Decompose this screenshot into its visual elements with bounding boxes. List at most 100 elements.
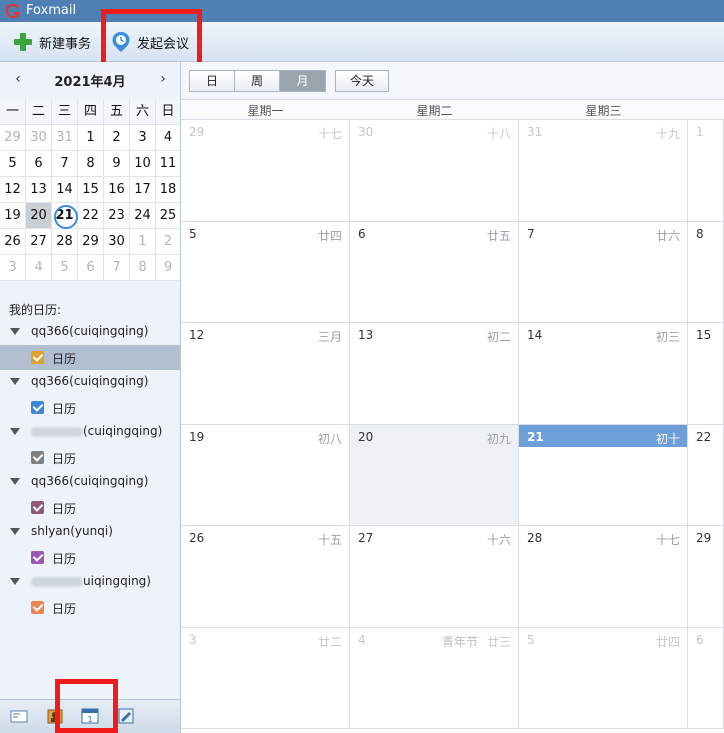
calendar-checkbox[interactable] <box>31 601 44 614</box>
calendar-item[interactable]: 日历 <box>0 345 180 370</box>
account-group[interactable]: qq366(cuiqingqing) <box>0 370 180 395</box>
month-day-cell[interactable]: 5 廿四 <box>181 221 350 323</box>
collapse-arrow-icon[interactable] <box>10 528 20 535</box>
calendar-item[interactable]: 日历 <box>0 395 180 420</box>
collapse-arrow-icon[interactable] <box>10 428 20 435</box>
calendar-item[interactable]: 日历 <box>0 545 180 570</box>
mini-day[interactable]: 1 <box>130 229 156 255</box>
mini-day[interactable]: 5 <box>0 151 26 177</box>
month-day-cell[interactable]: 8 <box>688 221 724 323</box>
month-day-cell[interactable]: 28 十七 <box>519 526 688 628</box>
mini-day[interactable]: 12 <box>0 177 26 203</box>
calendar-checkbox[interactable] <box>31 551 44 564</box>
mini-day[interactable]: 18 <box>156 177 180 203</box>
mini-day[interactable]: 16 <box>104 177 130 203</box>
month-day-cell[interactable]: 13 初二 <box>350 323 519 425</box>
month-day-cell[interactable]: 1 <box>688 120 724 222</box>
next-month-button[interactable]: › <box>155 71 171 87</box>
mini-day[interactable]: 10 <box>130 151 156 177</box>
new-event-button[interactable]: 新建事务 <box>13 30 91 54</box>
mini-day[interactable]: 15 <box>78 177 104 203</box>
account-group[interactable]: qq366(cuiqingqing) <box>0 320 180 345</box>
collapse-arrow-icon[interactable] <box>10 378 20 385</box>
mini-day[interactable]: 2 <box>156 229 180 255</box>
calendar-checkbox[interactable] <box>31 351 44 364</box>
month-day-cell[interactable]: 26 十五 <box>181 526 350 628</box>
calendar-item[interactable]: 日历 <box>0 495 180 520</box>
mini-day[interactable]: 3 <box>0 255 26 281</box>
mini-day[interactable]: 22 <box>78 203 104 229</box>
month-day-cell[interactable]: 27 十六 <box>350 526 519 628</box>
month-day-cell[interactable]: 30 十八 <box>350 120 519 222</box>
month-day-cell[interactable]: 7 廿六 <box>519 221 688 323</box>
mini-day[interactable]: 31 <box>52 125 78 151</box>
mini-day[interactable]: 26 <box>0 229 26 255</box>
month-day-cell[interactable]: 29 十七 <box>181 120 350 222</box>
mini-day[interactable]: 21 <box>52 203 78 229</box>
month-day-cell[interactable]: 31 十九 <box>519 120 688 222</box>
month-day-cell[interactable]: 22 <box>688 424 724 526</box>
month-day-cell[interactable]: 14 初三 <box>519 323 688 425</box>
mini-day[interactable]: 17 <box>130 177 156 203</box>
mini-day[interactable]: 29 <box>0 125 26 151</box>
today-button[interactable]: 今天 <box>335 70 389 92</box>
mini-day[interactable]: 19 <box>0 203 26 229</box>
month-day-cell[interactable]: 4 廿三 青年节 <box>350 627 519 729</box>
mini-day[interactable]: 8 <box>78 151 104 177</box>
month-view-button[interactable]: 月 <box>280 71 325 91</box>
mini-day[interactable]: 3 <box>130 125 156 151</box>
mini-day[interactable]: 25 <box>156 203 180 229</box>
collapse-arrow-icon[interactable] <box>10 328 20 335</box>
account-group[interactable]: (cuiqingqing) <box>0 420 180 445</box>
mini-day[interactable]: 14 <box>52 177 78 203</box>
mail-icon[interactable] <box>10 708 28 724</box>
mini-day[interactable]: 30 <box>104 229 130 255</box>
collapse-arrow-icon[interactable] <box>10 478 20 485</box>
mini-week-row: 19 20 21 22 23 24 25 <box>0 203 180 229</box>
month-day-cell[interactable]: 6 <box>688 627 724 729</box>
mini-day[interactable]: 11 <box>156 151 180 177</box>
calendar-item[interactable]: 日历 <box>0 445 180 470</box>
month-day-cell[interactable]: 29 <box>688 526 724 628</box>
month-day-cell[interactable]: 5 廿四 <box>519 627 688 729</box>
day-number: 1 <box>696 125 704 139</box>
month-day-cell[interactable]: 21 初十 <box>519 424 688 526</box>
mini-day[interactable]: 29 <box>78 229 104 255</box>
month-day-cell[interactable]: 15 <box>688 323 724 425</box>
mini-day[interactable]: 27 <box>26 229 52 255</box>
mini-day[interactable]: 5 <box>52 255 78 281</box>
notes-icon[interactable] <box>117 708 135 724</box>
month-day-cell[interactable]: 6 廿五 <box>350 221 519 323</box>
mini-day[interactable]: 7 <box>52 151 78 177</box>
mini-day[interactable]: 1 <box>78 125 104 151</box>
collapse-arrow-icon[interactable] <box>10 578 20 585</box>
mini-day[interactable]: 6 <box>78 255 104 281</box>
calendar-item[interactable]: 日历 <box>0 595 180 620</box>
month-day-cell[interactable]: 12 三月 <box>181 323 350 425</box>
mini-day[interactable]: 23 <box>104 203 130 229</box>
month-day-cell[interactable]: 20 初九 <box>350 424 519 526</box>
day-view-button[interactable]: 日 <box>190 71 235 91</box>
calendar-checkbox[interactable] <box>31 501 44 514</box>
account-group[interactable]: uiqingqing) <box>0 570 180 595</box>
mini-day[interactable]: 6 <box>26 151 52 177</box>
mini-day[interactable]: 8 <box>130 255 156 281</box>
mini-day[interactable]: 20 <box>26 203 52 229</box>
mini-day[interactable]: 28 <box>52 229 78 255</box>
month-day-cell[interactable]: 3 廿二 <box>181 627 350 729</box>
mini-day[interactable]: 9 <box>156 255 180 281</box>
mini-day[interactable]: 2 <box>104 125 130 151</box>
mini-day[interactable]: 30 <box>26 125 52 151</box>
mini-day[interactable]: 4 <box>26 255 52 281</box>
mini-day[interactable]: 7 <box>104 255 130 281</box>
mini-day[interactable]: 13 <box>26 177 52 203</box>
account-group[interactable]: qq366(cuiqingqing) <box>0 470 180 495</box>
month-day-cell[interactable]: 19 初八 <box>181 424 350 526</box>
calendar-checkbox[interactable] <box>31 451 44 464</box>
mini-day[interactable]: 9 <box>104 151 130 177</box>
mini-day[interactable]: 24 <box>130 203 156 229</box>
account-group[interactable]: shlyan(yunqi) <box>0 520 180 545</box>
calendar-checkbox[interactable] <box>31 401 44 414</box>
mini-day[interactable]: 4 <box>156 125 180 151</box>
week-view-button[interactable]: 周 <box>235 71 280 91</box>
